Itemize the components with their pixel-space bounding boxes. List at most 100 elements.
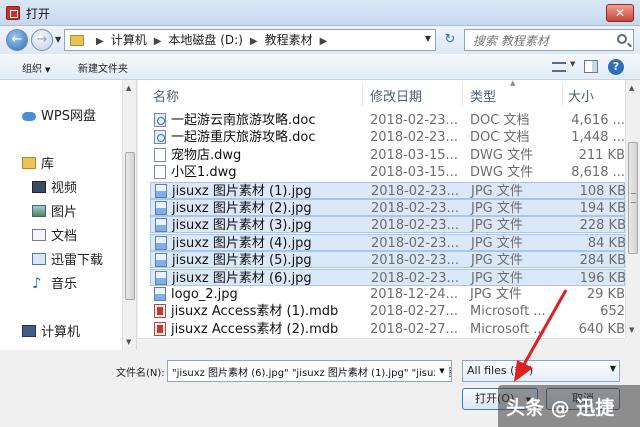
- new-folder-button[interactable]: 新建文件夹: [78, 60, 128, 75]
- column-divider[interactable]: [562, 82, 563, 106]
- breadcrumb-computer[interactable]: 计算机: [111, 33, 147, 47]
- scroll-up-icon[interactable]: ▲: [126, 84, 131, 92]
- file-type: JPG 文件: [471, 235, 523, 251]
- sidebar-scrollbar[interactable]: ▲ ▼: [122, 80, 136, 350]
- organize-label: 组织: [22, 64, 42, 75]
- file-date: 2018-02-23...: [371, 218, 459, 234]
- file-type: DWG 文件: [470, 147, 534, 163]
- file-type: JPG 文件: [471, 218, 523, 234]
- jpg-file-icon: [155, 253, 167, 268]
- file-type: DOC 文档: [470, 113, 530, 128]
- chevron-right-icon[interactable]: ▶: [96, 36, 104, 47]
- library-icon: [22, 157, 36, 169]
- file-name: jisuxz 图片素材 (6).jpg: [172, 270, 312, 286]
- sidebar-item-label: 图片: [51, 205, 78, 220]
- address-dropdown-icon[interactable]: ▼: [425, 34, 431, 43]
- close-button[interactable]: ✕: [606, 4, 634, 22]
- jpg-file-icon: [155, 235, 167, 250]
- sidebar-item-label: 视频: [51, 181, 78, 196]
- chevron-right-icon[interactable]: ▶: [250, 36, 258, 47]
- address-bar[interactable]: ▶ 计算机 ▶ 本地磁盘 (D:) ▶ 教程素材 ▶ ▼: [64, 29, 436, 51]
- file-date: 2018-03-15...: [370, 165, 458, 181]
- computer-icon: [22, 325, 36, 337]
- column-header-name[interactable]: 名称: [153, 86, 179, 105]
- sidebar-scroll-thumb[interactable]: [125, 152, 135, 300]
- file-name: jisuxz 图片素材 (3).jpg: [172, 218, 312, 234]
- file-size: 108 KB: [579, 183, 625, 199]
- file-name: 宠物店.dwg: [171, 147, 242, 163]
- file-name: logo_2.jpg: [171, 287, 238, 302]
- file-date: 2018-02-27...: [370, 321, 458, 337]
- scroll-down-icon[interactable]: ▼: [126, 338, 131, 346]
- filename-input[interactable]: "jisuxz 图片素材 (6).jpg" "jisuxz 图片素材 (1).j…: [167, 360, 452, 382]
- file-row[interactable]: jisuxz 图片素材 (3).jpg 2018-02-23... JPG 文件 22…: [150, 216, 625, 234]
- column-header-size[interactable]: 大小: [568, 86, 594, 105]
- file-row[interactable]: jisuxz 图片素材 (1).jpg 2018-02-23... JPG 文件 10…: [150, 181, 625, 199]
- chevron-right-icon[interactable]: ▶: [320, 36, 328, 47]
- file-row[interactable]: 小区1.dwg 2018-03-15... DWG 文件 8,618 ...: [150, 164, 625, 181]
- music-icon: [32, 273, 46, 293]
- sidebar-item-wps-cloud[interactable]: WPS网盘: [22, 107, 136, 127]
- file-type: JPG 文件: [471, 270, 523, 286]
- column-header-date[interactable]: 修改日期: [370, 86, 422, 105]
- file-row[interactable]: jisuxz 图片素材 (6).jpg 2018-02-23... JPG 文件 19…: [150, 268, 625, 286]
- help-icon[interactable]: ?: [608, 59, 624, 75]
- file-size: 8,618 ...: [571, 165, 625, 181]
- file-row[interactable]: jisuxz 图片素材 (5).jpg 2018-02-23... JPG 文件 28…: [150, 251, 625, 269]
- chevron-right-icon[interactable]: ▶: [154, 36, 162, 47]
- file-type: DWG 文件: [470, 165, 534, 181]
- file-row[interactable]: jisuxz 图片素材 (2).jpg 2018-02-23... JPG 文件 19…: [150, 199, 625, 216]
- view-dropdown-icon[interactable]: ▼: [570, 60, 575, 68]
- sidebar-item-computer[interactable]: 计算机: [22, 323, 136, 343]
- caret-down-icon: ▼: [45, 66, 51, 74]
- file-row[interactable]: 一起游重庆旅游攻略.doc 2018-02-23... DOC 文档 1,448 ..…: [150, 129, 625, 146]
- view-options-icon[interactable]: [552, 62, 566, 72]
- file-size: 29 KB: [586, 287, 625, 302]
- file-date: 2018-02-23...: [371, 235, 459, 251]
- file-date: 2018-02-23...: [371, 183, 459, 199]
- sidebar-item-label: 文档: [51, 229, 78, 244]
- file-date: 2018-02-23...: [370, 113, 458, 128]
- file-name: jisuxz Access素材 (2).mdb: [171, 321, 339, 337]
- sidebar-item-label: 库: [41, 157, 55, 172]
- column-divider[interactable]: [362, 82, 363, 106]
- forward-button[interactable]: →: [31, 29, 53, 51]
- jpg-file-icon: [154, 287, 166, 301]
- window-title: 打开: [26, 7, 51, 21]
- file-name: 一起游重庆旅游攻略.doc: [171, 130, 316, 146]
- file-row[interactable]: jisuxz 图片素材 (4).jpg 2018-02-23... JPG 文件 84…: [150, 233, 625, 251]
- horizontal-scrollbar[interactable]: [138, 338, 625, 350]
- column-header-type[interactable]: 类型: [470, 86, 496, 105]
- refresh-icon[interactable]: ↻: [440, 30, 460, 50]
- file-row[interactable]: 一起游云南旅游攻略.doc 2018-02-23... DOC 文档 4,616 ..…: [150, 112, 625, 129]
- column-divider[interactable]: [462, 82, 463, 106]
- navigation-pane: WPS网盘 库 视频 图片 文档 迅雷下载 音乐 计算机 ▲ ▼: [0, 80, 137, 350]
- sidebar-item-label: 计算机: [41, 325, 81, 340]
- file-type-select[interactable]: All files (*.*) ▼: [462, 360, 620, 382]
- chevron-down-icon[interactable]: ▼: [435, 363, 449, 379]
- history-dropdown-icon[interactable]: ▼: [55, 35, 61, 44]
- scroll-down-icon[interactable]: ▼: [629, 326, 634, 334]
- cloud-icon: [22, 112, 36, 121]
- file-name: jisuxz Access素材 (1).mdb: [171, 304, 339, 320]
- file-list-scroll-thumb[interactable]: [628, 142, 638, 254]
- search-icon[interactable]: [617, 34, 627, 44]
- file-list-scrollbar[interactable]: ▲ ▼: [625, 80, 640, 338]
- preview-pane-icon[interactable]: [584, 60, 598, 73]
- file-row[interactable]: jisuxz Access素材 (1).mdb 2018-02-27... Micr…: [150, 303, 625, 320]
- sidebar-item-label: WPS网盘: [41, 109, 96, 124]
- back-button[interactable]: ←: [6, 29, 28, 51]
- file-row[interactable]: jisuxz Access素材 (2).mdb 2018-02-27... Micr…: [150, 321, 625, 338]
- file-size: 84 KB: [587, 235, 625, 251]
- breadcrumb-folder[interactable]: 教程素材: [265, 33, 313, 47]
- file-row[interactable]: logo_2.jpg 2018-12-24... JPG 文件 29 KB: [150, 286, 625, 303]
- file-list: 名称 修改日期 类型 ▲ 大小 一起游云南旅游攻略.doc 2018-02-23.…: [138, 80, 625, 338]
- organize-button[interactable]: 组织 ▼: [22, 60, 50, 75]
- sidebar-item-libraries[interactable]: 库: [22, 155, 136, 175]
- file-size: 1,448 ...: [571, 130, 625, 146]
- chevron-down-icon[interactable]: ▼: [610, 364, 616, 373]
- file-row[interactable]: 宠物店.dwg 2018-03-15... DWG 文件 211 KB: [150, 147, 625, 164]
- scroll-up-icon[interactable]: ▲: [629, 84, 634, 92]
- breadcrumb-drive-d[interactable]: 本地磁盘 (D:): [168, 33, 242, 47]
- search-input[interactable]: 搜索 教程素材: [464, 29, 634, 51]
